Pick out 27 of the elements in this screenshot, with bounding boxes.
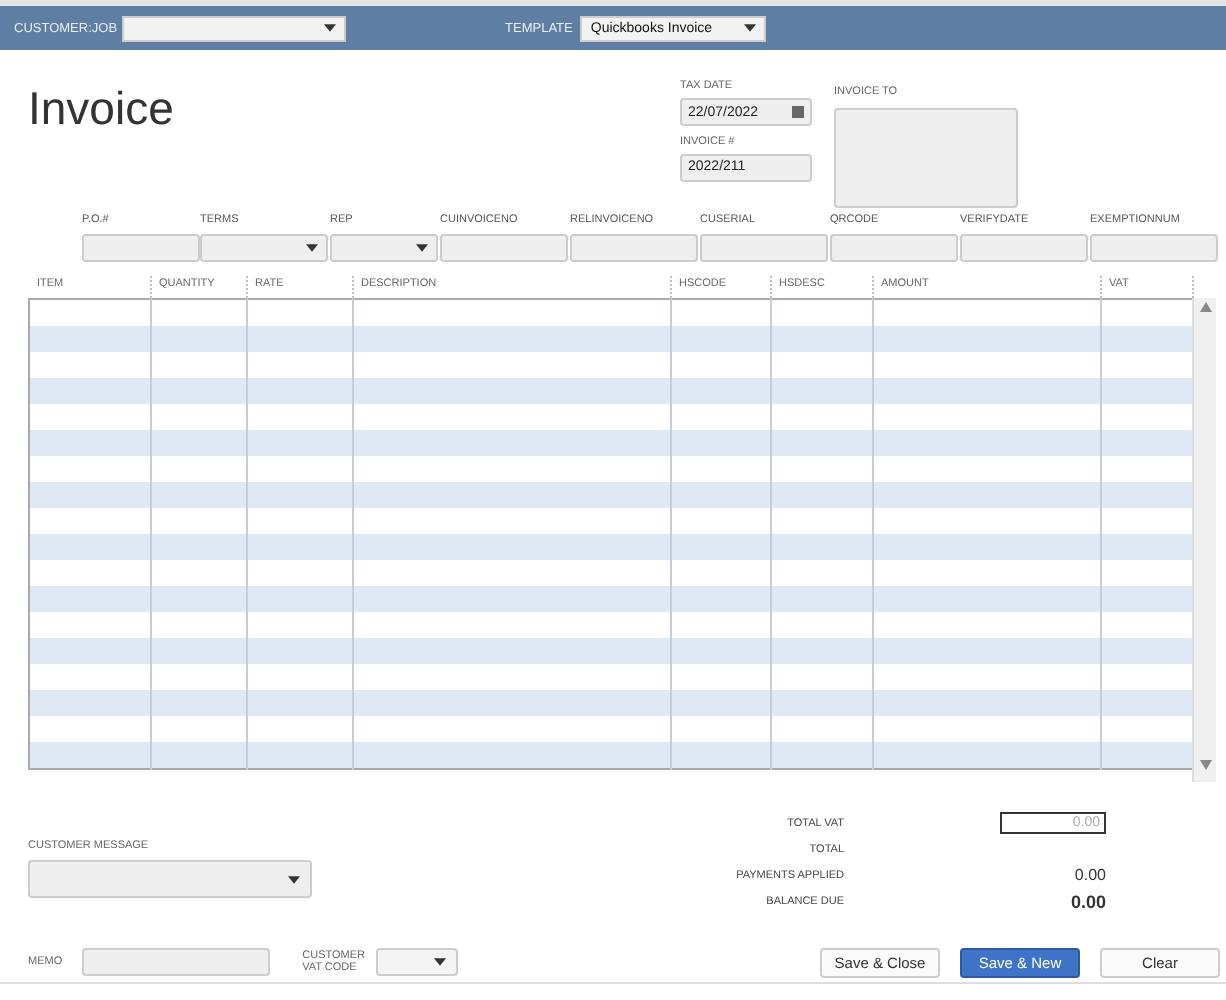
- input-field[interactable]: [1090, 234, 1218, 262]
- scroll-down-icon[interactable]: [1199, 760, 1211, 770]
- input-field[interactable]: [700, 234, 828, 262]
- amount-value: 0.00: [1072, 866, 1106, 884]
- scrollbar[interactable]: [1192, 298, 1216, 782]
- caret-icon: [288, 875, 300, 883]
- input-field[interactable]: [570, 234, 698, 262]
- caret-icon: [306, 244, 318, 252]
- caret-icon: [323, 24, 336, 32]
- customer-message-dropdown[interactable]: [28, 860, 312, 898]
- caret-icon: [434, 958, 447, 966]
- input-field[interactable]: [82, 234, 200, 262]
- invoice-to-field[interactable]: [834, 108, 1018, 208]
- dropdown-field[interactable]: [200, 234, 328, 262]
- memo-field[interactable]: [82, 948, 271, 976]
- input-field[interactable]: [960, 234, 1088, 262]
- invoice-title: Invoice: [28, 80, 176, 138]
- input-field[interactable]: [440, 234, 568, 262]
- caret-icon: [744, 24, 757, 32]
- input-field[interactable]: [830, 234, 958, 262]
- dropdown-field[interactable]: [330, 234, 438, 262]
- caret-icon: [416, 244, 428, 252]
- calendar-icon[interactable]: [792, 106, 804, 118]
- balance-due-value: 0.00: [1068, 891, 1106, 911]
- vat-code-dropdown[interactable]: [376, 948, 459, 976]
- scroll-up-icon[interactable]: [1199, 302, 1211, 312]
- customer-job-dropdown[interactable]: [121, 15, 346, 41]
